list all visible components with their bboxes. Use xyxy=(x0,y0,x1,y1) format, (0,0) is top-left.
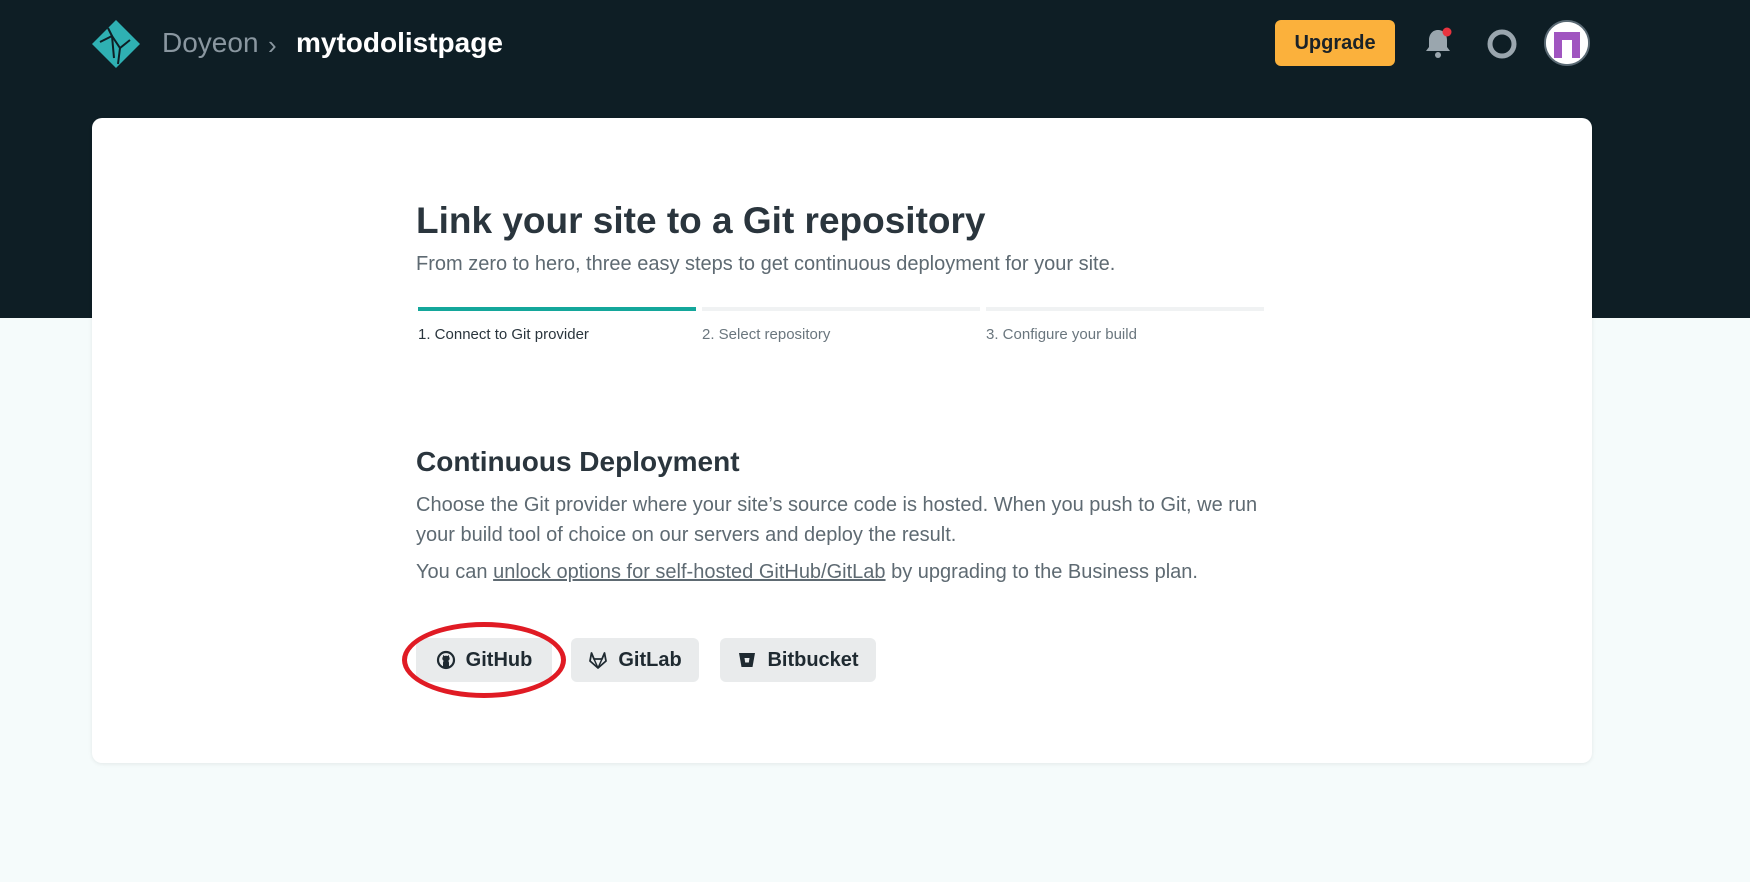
breadcrumb-separator: › xyxy=(268,30,277,60)
breadcrumb-team[interactable]: Doyeon xyxy=(162,27,259,59)
stepper: 1. Connect to Git provider 2. Select rep… xyxy=(418,307,1264,347)
step-label: 2. Select repository xyxy=(702,326,831,343)
user-avatar[interactable] xyxy=(1544,20,1590,66)
top-navigation: Doyeon › mytodolistpage Upgrade xyxy=(0,0,1750,90)
step-connect-provider: 1. Connect to Git provider xyxy=(418,307,696,347)
page-title: Link your site to a Git repository xyxy=(416,200,986,241)
step-configure-build: 3. Configure your build xyxy=(986,307,1264,347)
upgrade-note-suffix: by upgrading to the Business plan. xyxy=(885,561,1198,583)
support-lifebuoy-icon[interactable] xyxy=(1486,28,1518,60)
section-description: Choose the Git provider where your site’… xyxy=(416,494,1258,546)
step-progress-bar xyxy=(702,307,980,311)
step-select-repository: 2. Select repository xyxy=(702,307,980,347)
upgrade-note-prefix: You can xyxy=(416,561,494,583)
netlify-logo-icon[interactable] xyxy=(90,18,142,70)
bitbucket-button[interactable]: Bitbucket xyxy=(720,638,876,682)
bitbucket-icon xyxy=(739,653,756,667)
self-hosted-upgrade-link[interactable]: unlock options for self-hosted GitHub/Gi… xyxy=(493,561,885,583)
step-progress-bar xyxy=(418,307,696,311)
avatar-image-icon xyxy=(1546,22,1588,64)
step-label: 3. Configure your build xyxy=(986,326,1137,343)
gitlab-icon xyxy=(589,652,608,669)
gitlab-button[interactable]: GitLab xyxy=(571,638,699,682)
step-label: 1. Connect to Git provider xyxy=(418,326,589,343)
page-subtitle: From zero to hero, three easy steps to g… xyxy=(416,253,1116,275)
section-title: Continuous Deployment xyxy=(416,446,740,477)
step-progress-bar xyxy=(986,307,1264,311)
upgrade-button[interactable]: Upgrade xyxy=(1275,20,1395,66)
provider-label: Bitbucket xyxy=(767,648,859,671)
breadcrumb-site[interactable]: mytodolistpage xyxy=(296,27,503,59)
provider-label: GitLab xyxy=(618,648,682,671)
upgrade-note: You can unlock options for self-hosted G… xyxy=(416,561,1198,584)
github-highlight-annotation xyxy=(402,622,566,698)
notification-bell-icon[interactable] xyxy=(1422,26,1454,60)
